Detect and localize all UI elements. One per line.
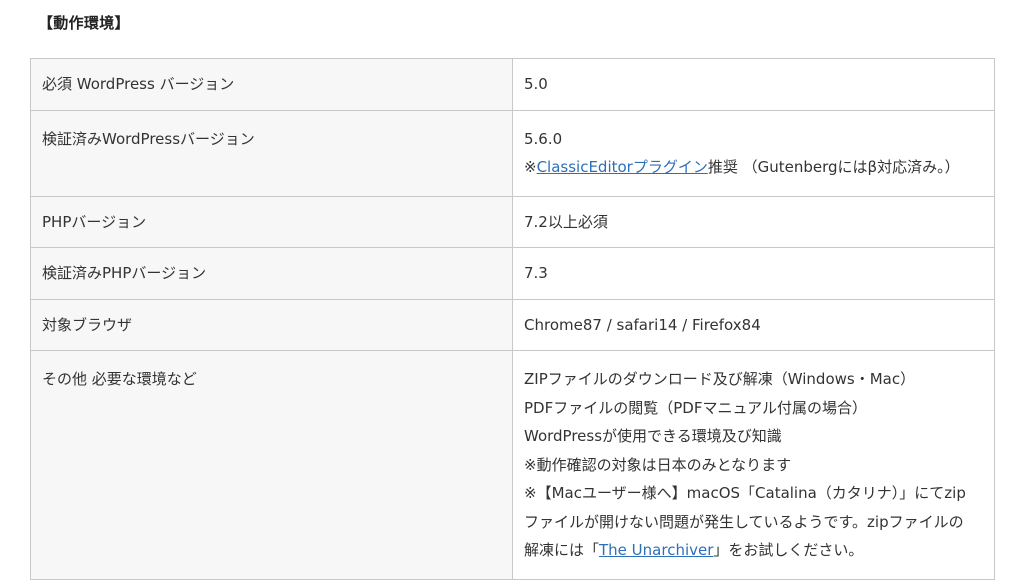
row-label: PHPバージョン bbox=[30, 195, 513, 248]
row-value: 5.0 bbox=[512, 58, 995, 111]
row-label: 検証済みWordPressバージョン bbox=[30, 109, 513, 197]
table-row: その他 必要な環境など ZIPファイルのダウンロード及び解凍（Windows・M… bbox=[30, 350, 995, 580]
table-row: 必須 WordPress バージョン 5.0 bbox=[30, 58, 995, 111]
row-value: ZIPファイルのダウンロード及び解凍（Windows・Mac） PDFファイルの… bbox=[512, 350, 995, 580]
requirement-line: ファイルが開けない問題が発生しているようです。zipファイルの bbox=[524, 512, 964, 531]
last-prefix: 解凍には「 bbox=[524, 541, 600, 559]
row-value: 5.6.0 ※ClassicEditorプラグイン推奨 （Gutenbergには… bbox=[512, 109, 995, 197]
table-row: 対象ブラウザ Chrome87 / safari14 / Firefox84 bbox=[30, 298, 995, 351]
table-row: PHPバージョン 7.2以上必須 bbox=[30, 195, 995, 248]
requirement-line: ※動作確認の対象は日本のみとなります bbox=[524, 455, 792, 474]
section-heading: 【動作環境】 bbox=[38, 14, 130, 32]
last-suffix: 」をお試しください。 bbox=[713, 541, 864, 559]
table-row: 検証済みPHPバージョン 7.3 bbox=[30, 247, 995, 300]
classic-editor-link[interactable]: ClassicEditorプラグイン bbox=[537, 158, 708, 176]
row-value: 7.3 bbox=[512, 247, 995, 300]
environment-table: 必須 WordPress バージョン 5.0 検証済みWordPressバージョ… bbox=[30, 58, 995, 580]
table-row: 検証済みWordPressバージョン 5.6.0 ※ClassicEditorプ… bbox=[30, 109, 995, 197]
row-value: Chrome87 / safari14 / Firefox84 bbox=[512, 298, 995, 351]
requirement-line: WordPressが使用できる環境及び知識 bbox=[524, 427, 782, 445]
plugin-note: ※ClassicEditorプラグイン推奨 （Gutenbergにはβ対応済み。… bbox=[524, 153, 984, 182]
requirement-line: ※【Macユーザー様へ】macOS「Catalina（カタリナ）」にてzip bbox=[524, 484, 966, 502]
note-suffix: 推奨 （Gutenbergにはβ対応済み。） bbox=[707, 158, 960, 176]
unarchiver-link[interactable]: The Unarchiver bbox=[599, 541, 713, 559]
requirement-line: PDFファイルの閲覧（PDFマニュアル付属の場合） bbox=[524, 398, 867, 417]
row-label: その他 必要な環境など bbox=[30, 350, 513, 580]
requirement-line: 解凍には「The Unarchiver」をお試しください。 bbox=[524, 536, 984, 565]
version-text: 5.6.0 bbox=[524, 129, 563, 148]
row-label: 必須 WordPress バージョン bbox=[30, 58, 513, 111]
row-value: 7.2以上必須 bbox=[512, 195, 995, 248]
row-label: 検証済みPHPバージョン bbox=[30, 247, 513, 300]
row-label: 対象ブラウザ bbox=[30, 298, 513, 351]
requirement-line: ZIPファイルのダウンロード及び解凍（Windows・Mac） bbox=[524, 370, 916, 388]
note-prefix: ※ bbox=[524, 158, 537, 176]
